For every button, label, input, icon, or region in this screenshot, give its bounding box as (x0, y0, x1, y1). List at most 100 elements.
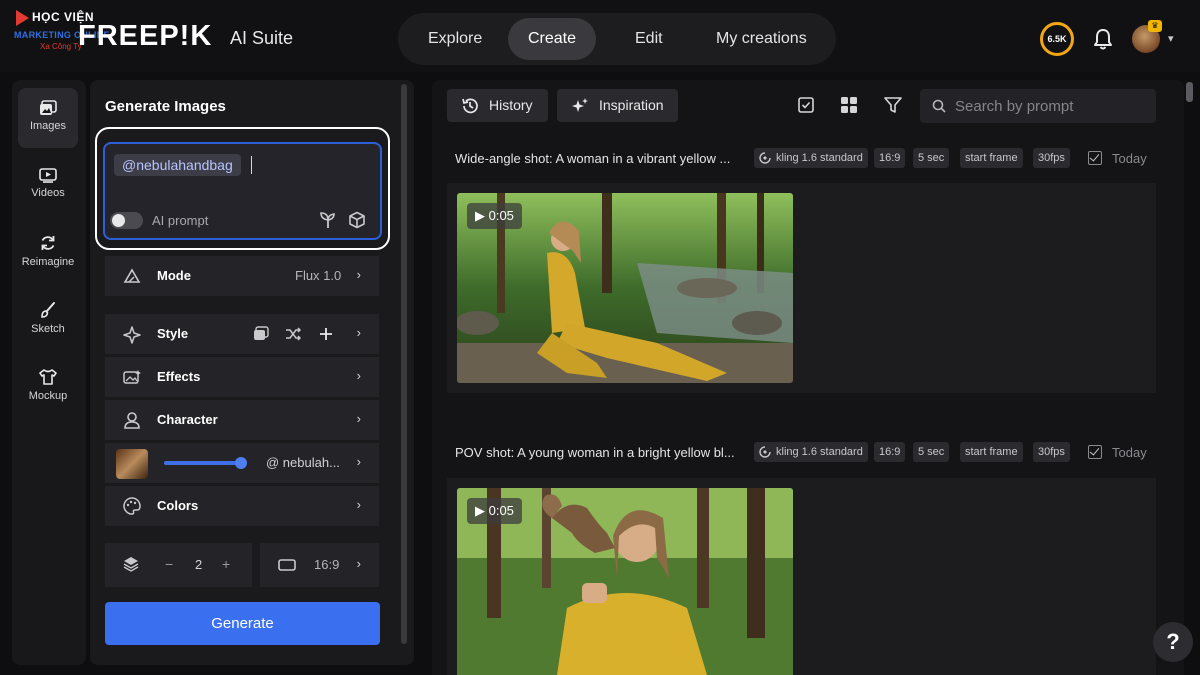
ai-prompt-label: AI prompt (152, 213, 209, 228)
sparkles-icon (572, 98, 588, 112)
fps-tag: 30fps (1033, 148, 1070, 168)
freepik-logo[interactable]: FREEP!K (78, 20, 212, 53)
kling-icon (759, 152, 771, 164)
model-tag-label: kling 1.6 standard (776, 152, 863, 164)
rail-item-reimagine[interactable]: Reimagine (18, 222, 78, 282)
tshirt-icon (39, 369, 57, 385)
colors-row[interactable]: Colors › (105, 486, 379, 526)
entry-checkbox[interactable] (1088, 151, 1102, 165)
text-caret (251, 156, 252, 174)
history-label: History (489, 97, 533, 113)
panel-scrollbar[interactable] (401, 84, 407, 644)
video-duration-badge: ▶ 0:05 (467, 498, 522, 524)
tab-explore[interactable]: Explore (408, 18, 502, 60)
chevron-right-icon: › (356, 267, 361, 282)
layers-icon (123, 557, 139, 572)
search-input[interactable]: Search by prompt (920, 89, 1156, 123)
duration-label: 0:05 (488, 208, 514, 223)
style-label: Style (157, 326, 189, 341)
duration-label: 0:05 (488, 503, 514, 518)
watermark-bottom-text: Xa Công Ty (40, 42, 82, 51)
tab-my-creations[interactable]: My creations (696, 18, 827, 60)
panel-title: Generate Images (105, 98, 226, 115)
video-duration-badge: ▶ 0:05 (467, 203, 522, 229)
inspiration-label: Inspiration (599, 97, 664, 113)
main-scrollbar[interactable] (1186, 82, 1193, 102)
tab-create[interactable]: Create (508, 18, 597, 60)
filter-icon[interactable] (884, 96, 902, 114)
chevron-right-icon: › (356, 497, 361, 512)
plus-icon[interactable] (319, 327, 333, 341)
grid-view-icon[interactable] (840, 96, 858, 114)
mode-value: Flux 1.0 (295, 268, 342, 283)
aspect-ratio-icon (278, 559, 296, 571)
kling-icon (759, 446, 771, 458)
generate-button[interactable]: Generate (105, 602, 380, 645)
sparkle-icon (123, 326, 141, 344)
shuffle-icon[interactable] (285, 327, 301, 341)
entry-date: Today (1112, 151, 1147, 166)
slider-handle[interactable] (235, 457, 247, 469)
chevron-right-icon: › (356, 325, 361, 340)
rail-item-videos[interactable]: Videos (18, 155, 78, 215)
rail-item-mockup[interactable]: Mockup (18, 356, 78, 416)
chevron-down-icon[interactable]: ▾ (1168, 32, 1174, 45)
aspect-tag: 16:9 (874, 148, 906, 168)
fps-tag: 30fps (1033, 442, 1070, 462)
character-row[interactable]: Character › (105, 400, 379, 440)
rail-item-sketch[interactable]: Sketch (18, 289, 78, 349)
ai-prompt-toggle[interactable] (110, 212, 143, 229)
chevron-right-icon: › (356, 411, 361, 426)
increment-button[interactable]: + (222, 556, 230, 572)
style-row[interactable]: Style › (105, 314, 379, 354)
image-count-value: 2 (195, 557, 203, 572)
effects-icon (123, 370, 141, 384)
mode-row[interactable]: Mode Flux 1.0 › (105, 256, 379, 296)
refresh-icon (41, 236, 55, 250)
effects-row[interactable]: Effects › (105, 357, 379, 397)
credits-badge[interactable]: 6.5K (1040, 22, 1074, 56)
character-reference-label: @ nebulah... (266, 455, 340, 470)
cube-icon[interactable] (348, 211, 366, 229)
model-tag: kling 1.6 standard (754, 442, 868, 462)
mention-chip[interactable]: @nebulahandbag (114, 154, 241, 176)
bell-icon[interactable] (1092, 27, 1114, 51)
rail-item-images[interactable]: Images (18, 88, 78, 148)
mode-icon (123, 268, 141, 283)
inspiration-button[interactable]: Inspiration (557, 89, 678, 122)
decrement-button[interactable]: − (165, 556, 173, 572)
crown-icon: ♛ (1148, 20, 1162, 32)
tab-edit[interactable]: Edit (615, 18, 683, 60)
effects-label: Effects (157, 369, 201, 384)
video-icon (39, 168, 57, 183)
image-icon (40, 100, 57, 115)
entry-prompt[interactable]: POV shot: A young woman in a bright yell… (455, 445, 735, 465)
image-reference-icon[interactable] (253, 326, 269, 342)
search-placeholder: Search by prompt (955, 98, 1074, 115)
video-thumbnail[interactable]: ▶ 0:05 (457, 488, 793, 675)
select-checkbox-icon[interactable] (797, 96, 815, 114)
brush-icon (41, 302, 55, 318)
tool-rail: Images Videos Reimagine Sketch Mockup (12, 80, 86, 665)
entry-date: Today (1112, 445, 1147, 460)
sprout-icon[interactable] (319, 211, 337, 229)
colors-label: Colors (157, 498, 199, 513)
video-thumbnail[interactable]: ▶ 0:05 (457, 193, 793, 383)
model-tag-label: kling 1.6 standard (776, 446, 863, 458)
character-strength-slider[interactable] (164, 461, 242, 465)
rail-label-images: Images (29, 120, 67, 132)
aspect-ratio-select[interactable]: 16:9 › (260, 543, 379, 587)
help-button[interactable]: ? (1153, 622, 1193, 662)
model-tag: kling 1.6 standard (754, 148, 868, 168)
history-button[interactable]: History (447, 89, 548, 122)
rail-label-reimagine: Reimagine (21, 256, 75, 268)
start-frame-tag: start frame (960, 442, 1023, 462)
character-thumbnail[interactable] (116, 449, 148, 479)
duration-tag: 5 sec (913, 148, 950, 168)
chevron-right-icon: › (356, 454, 361, 469)
aspect-tag: 16:9 (874, 442, 906, 462)
entry-checkbox[interactable] (1088, 445, 1102, 459)
entry-prompt[interactable]: Wide-angle shot: A woman in a vibrant ye… (455, 151, 730, 171)
character-label: Character (157, 412, 218, 427)
chevron-right-icon: › (356, 556, 361, 571)
